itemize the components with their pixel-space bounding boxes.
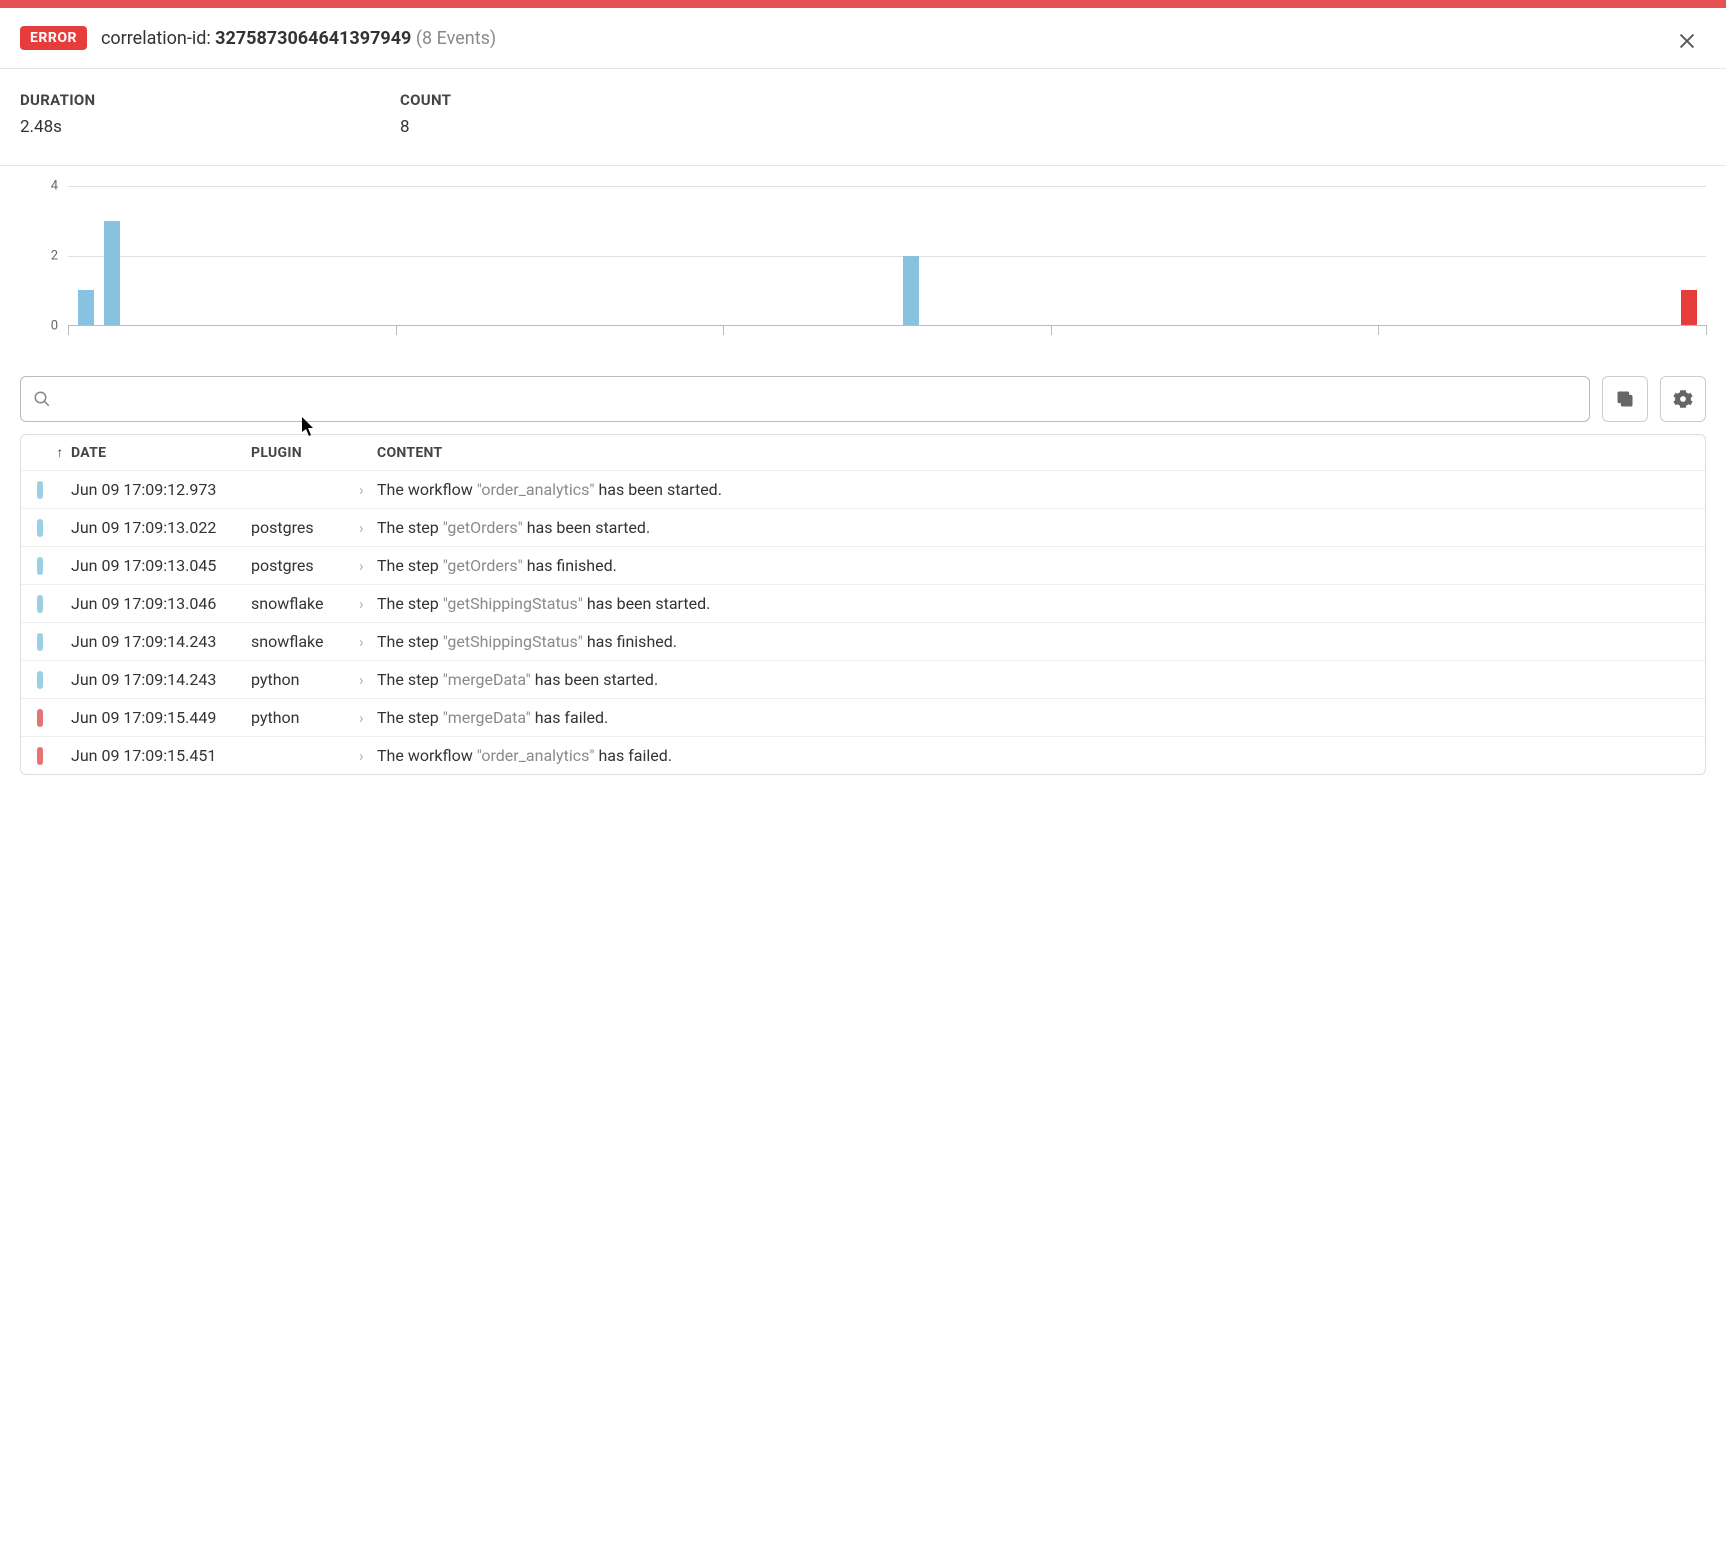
- count-label: COUNT: [400, 91, 780, 109]
- duration-label: DURATION: [20, 91, 400, 109]
- y-tick: 2: [51, 249, 58, 264]
- table-row[interactable]: Jun 09 17:09:14.243snowflake›The step "g…: [21, 623, 1705, 661]
- row-status-mark: [29, 519, 51, 537]
- row-status-mark: [29, 557, 51, 575]
- settings-button[interactable]: [1660, 376, 1706, 422]
- search-box[interactable]: [20, 376, 1590, 422]
- x-tick: [1706, 325, 1707, 335]
- close-icon: [1676, 30, 1698, 52]
- table-header[interactable]: ↑ DATE PLUGIN CONTENT: [21, 435, 1705, 471]
- row-plugin: snowflake: [251, 632, 359, 651]
- gear-icon: [1673, 389, 1693, 409]
- expand-caret-icon[interactable]: ›: [359, 709, 377, 727]
- table-row[interactable]: Jun 09 17:09:13.046snowflake›The step "g…: [21, 585, 1705, 623]
- chart-bar[interactable]: [903, 256, 919, 326]
- expand-caret-icon[interactable]: ›: [359, 747, 377, 765]
- table-row[interactable]: Jun 09 17:09:12.973 ›The workflow "order_…: [21, 471, 1705, 509]
- panel-header: ERROR correlation-id: 327587306464139794…: [0, 8, 1726, 69]
- row-content: The step "getShippingStatus" has been st…: [377, 594, 1697, 613]
- expand-caret-icon[interactable]: ›: [359, 519, 377, 537]
- row-status-mark: [29, 671, 51, 689]
- expand-caret-icon[interactable]: ›: [359, 557, 377, 575]
- title-prefix: correlation-id:: [101, 28, 215, 49]
- row-plugin: postgres: [251, 556, 359, 575]
- row-plugin: snowflake: [251, 594, 359, 613]
- row-content: The step "getOrders" has finished.: [377, 556, 1697, 575]
- row-plugin: python: [251, 670, 359, 689]
- row-content: The workflow "order_analytics" has been …: [377, 480, 1697, 499]
- log-table: ↑ DATE PLUGIN CONTENT Jun 09 17:09:12.97…: [20, 434, 1706, 775]
- correlation-id: 3275873064641397949: [215, 28, 411, 49]
- gridline: [68, 186, 1706, 187]
- table-row[interactable]: Jun 09 17:09:13.022postgres›The step "ge…: [21, 509, 1705, 547]
- stat-count: COUNT 8: [400, 91, 780, 137]
- x-tick: [1051, 325, 1052, 335]
- table-row[interactable]: Jun 09 17:09:13.045postgres›The step "ge…: [21, 547, 1705, 585]
- row-plugin: python: [251, 708, 359, 727]
- row-date: Jun 09 17:09:13.022: [69, 518, 251, 537]
- x-tick: [68, 325, 69, 335]
- header-content[interactable]: CONTENT: [377, 445, 1697, 461]
- x-tick: [1378, 325, 1379, 335]
- copy-button[interactable]: [1602, 376, 1648, 422]
- sort-arrow-icon[interactable]: ↑: [51, 444, 69, 461]
- close-button[interactable]: [1672, 26, 1702, 56]
- row-content: The step "getShippingStatus" has finishe…: [377, 632, 1697, 651]
- log-table-wrap: ↑ DATE PLUGIN CONTENT Jun 09 17:09:12.97…: [0, 434, 1726, 795]
- row-date: Jun 09 17:09:13.046: [69, 594, 251, 613]
- chart-container: 0 2 4: [0, 166, 1726, 356]
- row-date: Jun 09 17:09:12.973: [69, 480, 251, 499]
- row-content: The step "getOrders" has been started.: [377, 518, 1697, 537]
- expand-caret-icon[interactable]: ›: [359, 481, 377, 499]
- search-input[interactable]: [61, 390, 1577, 408]
- row-status-mark: [29, 633, 51, 651]
- search-toolbar: [0, 356, 1726, 434]
- row-status-mark: [29, 747, 51, 765]
- stats-row: DURATION 2.48s COUNT 8: [0, 69, 1726, 166]
- chart-bar[interactable]: [104, 221, 120, 325]
- row-date: Jun 09 17:09:14.243: [69, 670, 251, 689]
- duration-value: 2.48s: [20, 117, 400, 137]
- gridline: [68, 256, 1706, 257]
- table-row[interactable]: Jun 09 17:09:15.451 ›The workflow "order_…: [21, 737, 1705, 774]
- row-date: Jun 09 17:09:15.449: [69, 708, 251, 727]
- chart-plot-area: [68, 186, 1706, 326]
- copy-icon: [1615, 389, 1635, 409]
- chart-bar[interactable]: [78, 290, 94, 325]
- panel-title: correlation-id: 3275873064641397949 (8 E…: [101, 28, 496, 49]
- expand-caret-icon[interactable]: ›: [359, 595, 377, 613]
- y-tick: 4: [51, 179, 58, 194]
- row-date: Jun 09 17:09:15.451: [69, 746, 251, 765]
- table-row[interactable]: Jun 09 17:09:14.243python›The step "merg…: [21, 661, 1705, 699]
- row-date: Jun 09 17:09:13.045: [69, 556, 251, 575]
- y-tick: 0: [51, 319, 58, 334]
- error-badge: ERROR: [20, 26, 87, 50]
- row-date: Jun 09 17:09:14.243: [69, 632, 251, 651]
- expand-caret-icon[interactable]: ›: [359, 633, 377, 651]
- chart-y-axis: 024: [20, 186, 64, 326]
- search-icon: [33, 390, 51, 408]
- row-content: The step "mergeData" has been started.: [377, 670, 1697, 689]
- events-count: (8 Events): [416, 28, 496, 49]
- row-content: The workflow "order_analytics" has faile…: [377, 746, 1697, 765]
- row-status-mark: [29, 481, 51, 499]
- table-row[interactable]: Jun 09 17:09:15.449python›The step "merg…: [21, 699, 1705, 737]
- x-tick: [396, 325, 397, 335]
- row-plugin: postgres: [251, 518, 359, 537]
- expand-caret-icon[interactable]: ›: [359, 671, 377, 689]
- accent-topbar: [0, 0, 1726, 8]
- chart-bar[interactable]: [1681, 290, 1697, 325]
- event-chart[interactable]: 024: [20, 186, 1706, 346]
- x-tick: [723, 325, 724, 335]
- row-status-mark: [29, 595, 51, 613]
- header-date[interactable]: DATE: [69, 445, 251, 461]
- count-value: 8: [400, 117, 780, 137]
- row-content: The step "mergeData" has failed.: [377, 708, 1697, 727]
- header-plugin[interactable]: PLUGIN: [251, 445, 359, 461]
- stat-duration: DURATION 2.48s: [20, 91, 400, 137]
- row-status-mark: [29, 709, 51, 727]
